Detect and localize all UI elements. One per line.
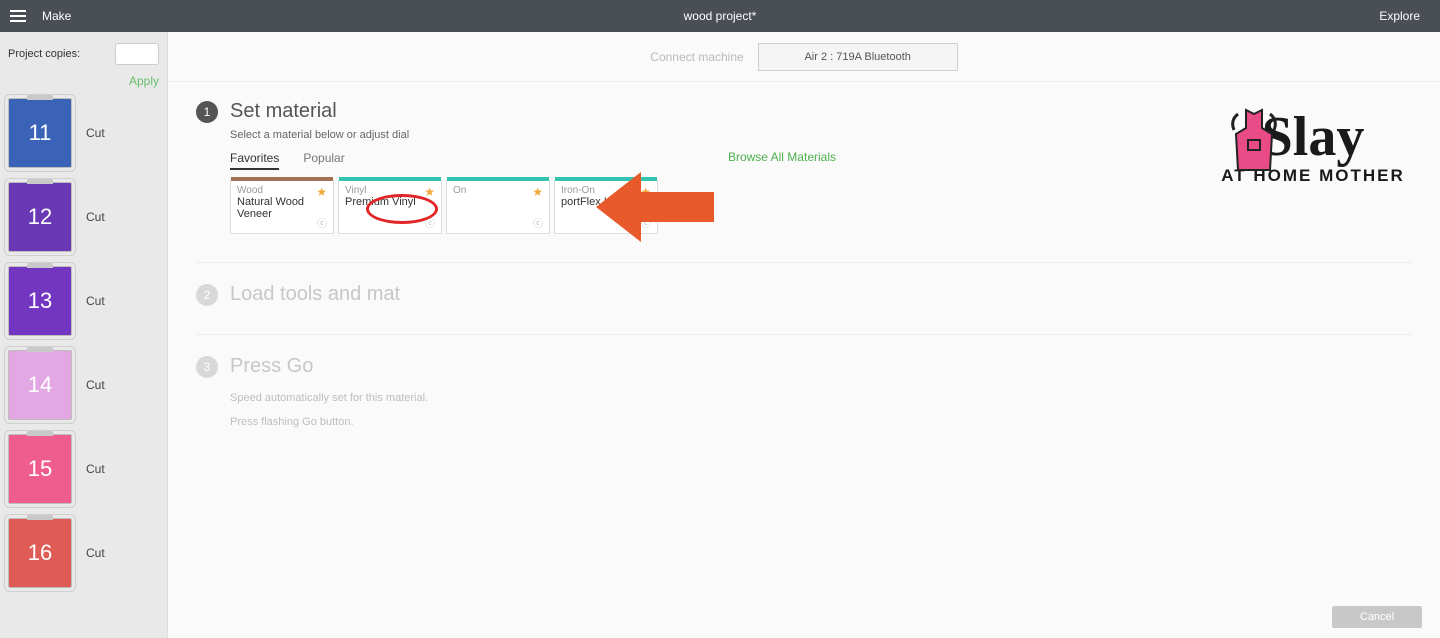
mat-action-label: Cut: [86, 462, 105, 476]
step-number-badge: 2: [196, 284, 218, 306]
main: Connect machine Air 2 : 719A Bluetooth 1…: [168, 32, 1440, 638]
machine-selected-value: Air 2 : 719A Bluetooth: [804, 51, 910, 63]
mat-action-label: Cut: [86, 126, 105, 140]
star-icon[interactable]: ★: [640, 185, 651, 199]
material-name: Natural Wood Veneer: [237, 196, 327, 220]
info-icon[interactable]: ⓒ: [317, 215, 327, 230]
apply-button[interactable]: Apply: [8, 74, 159, 88]
step-title: Set material: [230, 100, 337, 123]
mat-thumbnail[interactable]: 14: [8, 350, 72, 420]
material-category: Vinyl: [345, 185, 435, 196]
step-subtitle: Select a material below or adjust dial: [230, 129, 1412, 141]
mat-row[interactable]: 14 Cut: [8, 350, 159, 420]
tab-popular[interactable]: Popular: [303, 151, 344, 170]
sidebar: Project copies: Apply 11 Cut 12 Cut 13 C…: [0, 32, 168, 638]
machine-row: Connect machine Air 2 : 719A Bluetooth: [168, 32, 1440, 82]
mat-action-label: Cut: [86, 378, 105, 392]
step-number-badge: 3: [196, 356, 218, 378]
project-copies-label: Project copies:: [8, 48, 80, 60]
step3-line1: Speed automatically set for this materia…: [230, 386, 1412, 410]
material-category: Iron-On: [561, 185, 651, 196]
mat-thumbnail[interactable]: 12: [8, 182, 72, 252]
step-2: 2 Load tools and mat: [196, 283, 1412, 306]
project-copies-input[interactable]: [115, 43, 159, 65]
material-name: portFlex Iron-On: [561, 196, 651, 208]
info-icon[interactable]: ⓒ: [533, 215, 543, 230]
mat-row[interactable]: 16 Cut: [8, 518, 159, 588]
mat-thumbnail[interactable]: 16: [8, 518, 72, 588]
machine-select[interactable]: Air 2 : 719A Bluetooth: [758, 43, 958, 71]
star-icon[interactable]: ★: [424, 185, 435, 199]
mat-action-label: Cut: [86, 546, 105, 560]
make-label: Make: [42, 9, 71, 23]
step-3: 3 Press Go Speed automatically set for t…: [196, 355, 1412, 434]
step-1: 1 Set material Select a material below o…: [196, 100, 1412, 234]
star-icon[interactable]: ★: [316, 185, 327, 199]
mat-row[interactable]: 15 Cut: [8, 434, 159, 504]
mat-thumbnail[interactable]: 13: [8, 266, 72, 336]
material-card[interactable]: Iron-On portFlex Iron-On ★ ⓒ: [554, 180, 658, 234]
mat-row[interactable]: 12 Cut: [8, 182, 159, 252]
cancel-button[interactable]: Cancel: [1332, 606, 1422, 628]
step3-line2: Press flashing Go button.: [230, 410, 1412, 434]
mat-action-label: Cut: [86, 294, 105, 308]
info-icon[interactable]: ⓒ: [641, 215, 651, 230]
material-name: Premium Vinyl: [345, 196, 435, 208]
connect-machine-label: Connect machine: [650, 50, 743, 64]
mat-thumbnail[interactable]: 11: [8, 98, 72, 168]
step-number-badge: 1: [196, 101, 218, 123]
material-card[interactable]: On ★ ⓒ: [446, 180, 550, 234]
topbar: Make wood project* Explore: [0, 0, 1440, 32]
hamburger-icon[interactable]: [10, 6, 30, 26]
material-category: Wood: [237, 185, 327, 196]
project-title: wood project*: [684, 9, 757, 23]
step-title: Press Go: [230, 355, 313, 378]
mat-thumbnail[interactable]: 15: [8, 434, 72, 504]
explore-link[interactable]: Explore: [1379, 9, 1420, 23]
info-icon[interactable]: ⓒ: [425, 215, 435, 230]
material-card[interactable]: Vinyl Premium Vinyl ★ ⓒ: [338, 180, 442, 234]
browse-all-materials-link[interactable]: Browse All Materials: [728, 150, 836, 164]
mat-row[interactable]: 13 Cut: [8, 266, 159, 336]
star-icon[interactable]: ★: [532, 185, 543, 199]
material-card[interactable]: Wood Natural Wood Veneer ★ ⓒ: [230, 180, 334, 234]
material-category: On: [453, 185, 543, 196]
step-title: Load tools and mat: [230, 283, 400, 306]
tab-favorites[interactable]: Favorites: [230, 151, 279, 170]
materials-row: Wood Natural Wood Veneer ★ ⓒ Vinyl Premi…: [230, 180, 836, 234]
mat-row[interactable]: 11 Cut: [8, 98, 159, 168]
mat-action-label: Cut: [86, 210, 105, 224]
